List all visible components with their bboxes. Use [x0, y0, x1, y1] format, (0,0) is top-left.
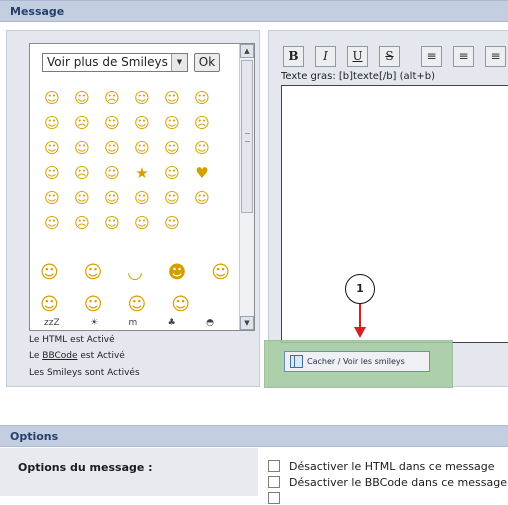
heart-icon[interactable]: ♥	[187, 161, 217, 186]
smiley-icon[interactable]: ◓	[206, 318, 214, 328]
smiley-icon[interactable]: ☺	[37, 211, 67, 236]
arrow-down-icon	[354, 327, 366, 338]
smiley-icon[interactable]: ☺	[97, 186, 127, 211]
smiley-icon[interactable]: ☺	[37, 86, 67, 111]
smiley-icon[interactable]: m	[128, 318, 137, 328]
toggle-smileys-label: Cacher / Voir les smileys	[307, 357, 405, 366]
smiley-icon[interactable]: ♣	[168, 318, 176, 328]
smiley-icon[interactable]: ☺	[67, 186, 97, 211]
smiley-icon[interactable]: zzZ	[44, 318, 60, 328]
smiley-icon[interactable]: ☺	[127, 186, 157, 211]
editor-panel: B I U S ≡ ≡ ≡ Texte gras: [b]texte[/b] (…	[268, 30, 508, 387]
smiley-icon[interactable]: ☺	[211, 262, 230, 283]
panel-toggle-icon	[290, 355, 303, 368]
message-section-header: Message	[0, 0, 508, 22]
underline-button[interactable]: U	[347, 46, 368, 67]
smiley-icon[interactable]: ☺	[40, 294, 59, 315]
more-smileys-select-value: Voir plus de Smileys	[47, 55, 168, 69]
toggle-smileys-button[interactable]: Cacher / Voir les smileys	[284, 351, 430, 372]
smiley-icon[interactable]: ☺	[84, 294, 103, 315]
italic-button[interactable]: I	[315, 46, 336, 67]
smiley-icon[interactable]: ☺	[187, 86, 217, 111]
more-smileys-select[interactable]: Voir plus de Smileys ▼	[42, 53, 188, 72]
bbcode-link[interactable]: BBCode	[42, 351, 77, 361]
options-label: Options du message :	[18, 461, 153, 474]
smiley-icon[interactable]: ☹	[67, 161, 97, 186]
checkbox[interactable]	[268, 476, 280, 488]
smiley-icon[interactable]: ☹	[67, 211, 97, 236]
smiley-row-partial: zzZ ☀ m ♣ ◓	[44, 318, 214, 328]
smiley-icon[interactable]: ☹	[187, 111, 217, 136]
option-disable-bbcode[interactable]: Désactiver le BBCode dans ce message	[268, 476, 507, 489]
smiley-icon[interactable]: ☺	[187, 186, 217, 211]
smiley-icon[interactable]: ☺	[157, 211, 187, 236]
bbcode-status-prefix: Le	[29, 351, 43, 361]
smiley-icon[interactable]: ☺	[157, 161, 187, 186]
option-disable-html[interactable]: Désactiver le HTML dans ce message	[268, 460, 495, 473]
smiley-icon[interactable]: ☺	[127, 86, 157, 111]
smiley-icon[interactable]: ◡	[127, 262, 143, 283]
smiley-icon[interactable]: ☺	[37, 161, 67, 186]
smiley-icon[interactable]: ☺	[67, 86, 97, 111]
bbcode-status: Le BBCode est Activé	[29, 351, 125, 361]
align-center-button[interactable]: ≡	[453, 46, 474, 67]
strikethrough-button[interactable]: S	[379, 46, 400, 67]
align-right-button[interactable]: ≡	[485, 46, 506, 67]
smiley-icon[interactable]: ☻	[168, 262, 187, 283]
smiley-row-large-1: ☺ ☺ ◡ ☻ ☺	[40, 262, 230, 283]
smiley-icon[interactable]: ☹	[97, 86, 127, 111]
smiley-icon[interactable]: ☀	[90, 318, 98, 328]
bold-button[interactable]: B	[283, 46, 304, 67]
smiley-panel: Voir plus de Smileys ▼ Ok ☺ ☺ ☹ ☺ ☺ ☺ ☺ …	[6, 30, 260, 387]
smiley-icon[interactable]: ☺	[127, 136, 157, 161]
smiley-icon[interactable]: ☺	[127, 111, 157, 136]
smiley-icon[interactable]: ☺	[84, 262, 103, 283]
chevron-down-icon[interactable]: ▼	[171, 54, 187, 71]
smiley-icon[interactable]: ☺	[67, 136, 97, 161]
smiley-icon[interactable]: ☺	[97, 111, 127, 136]
smiley-list-box: Voir plus de Smileys ▼ Ok ☺ ☺ ☹ ☺ ☺ ☺ ☺ …	[29, 43, 255, 331]
smiley-icon[interactable]: ☺	[37, 136, 67, 161]
smiley-icon[interactable]: ☺	[37, 111, 67, 136]
smiley-icon[interactable]: ☺	[157, 186, 187, 211]
smileys-status: Les Smileys sont Activés	[29, 368, 140, 378]
bbcode-status-suffix: est Activé	[77, 351, 125, 361]
option-label: Désactiver le BBCode dans ce message	[289, 476, 507, 489]
checkbox[interactable]	[268, 492, 280, 504]
html-status: Le HTML est Activé	[29, 335, 115, 345]
options-section-header: Options	[0, 425, 508, 447]
smiley-icon[interactable]: ☺	[97, 136, 127, 161]
smiley-icon[interactable]: ☺	[157, 86, 187, 111]
scroll-down-icon[interactable]: ▼	[240, 316, 254, 330]
smiley-icon[interactable]: ☺	[127, 294, 146, 315]
smiley-icon[interactable]: ☺	[157, 136, 187, 161]
smiley-icon[interactable]: ☺	[97, 211, 127, 236]
smiley-icon[interactable]: ☺	[187, 136, 217, 161]
callout-number: 1	[345, 274, 375, 304]
ok-button[interactable]: Ok	[194, 53, 220, 72]
option-label: Désactiver le HTML dans ce message	[289, 460, 495, 473]
scroll-up-icon[interactable]: ▲	[240, 44, 254, 58]
smiley-row-large-2: ☺ ☺ ☺ ☺	[40, 294, 190, 315]
smiley-icon[interactable]: ☺	[97, 161, 127, 186]
smiley-grid: ☺ ☺ ☹ ☺ ☺ ☺ ☺ ☹ ☺ ☺ ☺ ☹ ☺ ☺ ☺ ☺ ☺ ☺ ☺ ☹ …	[37, 86, 217, 236]
smiley-icon[interactable]: ☹	[67, 111, 97, 136]
smiley-icon[interactable]: ☺	[40, 262, 59, 283]
smiley-icon[interactable]: ☺	[127, 211, 157, 236]
format-hint: Texte gras: [b]texte[/b] (alt+b)	[281, 71, 435, 82]
checkbox[interactable]	[268, 460, 280, 472]
smiley-icon[interactable]: ☺	[171, 294, 190, 315]
star-icon[interactable]: ★	[127, 161, 157, 186]
align-left-button[interactable]: ≡	[421, 46, 442, 67]
smiley-icon[interactable]: ☺	[37, 186, 67, 211]
option-third[interactable]	[268, 492, 289, 505]
smiley-scrollbar[interactable]: ▲ ▼	[239, 44, 254, 330]
scroll-thumb[interactable]	[241, 60, 253, 213]
smiley-icon[interactable]: ☺	[157, 111, 187, 136]
message-textarea[interactable]	[281, 85, 508, 343]
